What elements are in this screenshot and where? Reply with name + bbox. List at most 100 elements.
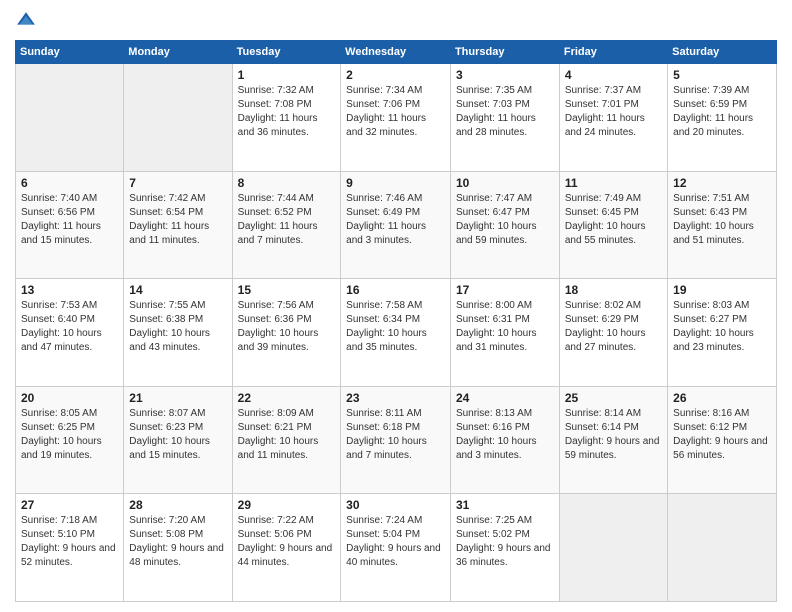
cell-day-number: 23 xyxy=(346,391,445,405)
cell-info: Sunrise: 7:20 AMSunset: 5:08 PMDaylight:… xyxy=(129,514,226,570)
cell-info: Sunrise: 7:44 AMSunset: 6:52 PMDaylight:… xyxy=(238,192,336,248)
weekday-header-tuesday: Tuesday xyxy=(232,41,341,64)
calendar-cell: 25 Sunrise: 8:14 AMSunset: 6:14 PMDayligh… xyxy=(559,386,667,494)
cell-info: Sunrise: 7:47 AMSunset: 6:47 PMDaylight:… xyxy=(456,192,554,248)
cell-day-number: 12 xyxy=(673,176,771,190)
cell-day-number: 6 xyxy=(21,176,118,190)
cell-info: Sunrise: 8:03 AMSunset: 6:27 PMDaylight:… xyxy=(673,299,771,355)
cell-info: Sunrise: 8:00 AMSunset: 6:31 PMDaylight:… xyxy=(456,299,554,355)
cell-info: Sunrise: 7:18 AMSunset: 5:10 PMDaylight:… xyxy=(21,514,118,570)
cell-info: Sunrise: 8:13 AMSunset: 6:16 PMDaylight:… xyxy=(456,407,554,463)
calendar-cell: 3Sunrise: 7:35 AMSunset: 7:03 PMDaylight… xyxy=(450,64,559,172)
calendar-cell: 5 Sunrise: 7:39 AMSunset: 6:59 PMDaylight… xyxy=(668,64,777,172)
calendar-cell: 11Sunrise: 7:49 AMSunset: 6:45 PMDayligh… xyxy=(559,171,667,279)
calendar-cell: 31Sunrise: 7:25 AMSunset: 5:02 PMDayligh… xyxy=(450,494,559,602)
calendar-cell: 1 Sunrise: 7:32 AMSunset: 7:08 PMDaylight… xyxy=(232,64,341,172)
calendar-cell: 27 Sunrise: 7:18 AMSunset: 5:10 PMDayligh… xyxy=(16,494,124,602)
cell-day-number: 9 xyxy=(346,176,445,190)
cell-day-number: 18 xyxy=(565,283,662,297)
calendar-cell: 29Sunrise: 7:22 AMSunset: 5:06 PMDayligh… xyxy=(232,494,341,602)
calendar-cell: 16 Sunrise: 7:58 AMSunset: 6:34 PMDayligh… xyxy=(341,279,451,387)
cell-info: Sunrise: 7:55 AMSunset: 6:38 PMDaylight:… xyxy=(129,299,226,355)
cell-day-number: 19 xyxy=(673,283,771,297)
cell-day-number: 28 xyxy=(129,498,226,512)
weekday-header-saturday: Saturday xyxy=(668,41,777,64)
cell-day-number: 8 xyxy=(238,176,336,190)
cell-day-number: 26 xyxy=(673,391,771,405)
calendar-cell: 9 Sunrise: 7:46 AMSunset: 6:49 PMDaylight… xyxy=(341,171,451,279)
cell-info: Sunrise: 8:14 AMSunset: 6:14 PMDaylight:… xyxy=(565,407,662,463)
calendar-week-5: 27 Sunrise: 7:18 AMSunset: 5:10 PMDayligh… xyxy=(16,494,777,602)
calendar-cell: 22 Sunrise: 8:09 AMSunset: 6:21 PMDayligh… xyxy=(232,386,341,494)
cell-info: Sunrise: 7:46 AMSunset: 6:49 PMDaylight:… xyxy=(346,192,445,248)
cell-day-number: 7 xyxy=(129,176,226,190)
calendar-cell: 2 Sunrise: 7:34 AMSunset: 7:06 PMDaylight… xyxy=(341,64,451,172)
cell-day-number: 5 xyxy=(673,68,771,82)
weekday-header-monday: Monday xyxy=(124,41,232,64)
cell-info: Sunrise: 7:24 AMSunset: 5:04 PMDaylight:… xyxy=(346,514,445,570)
cell-day-number: 14 xyxy=(129,283,226,297)
weekday-header-thursday: Thursday xyxy=(450,41,559,64)
cell-day-number: 21 xyxy=(129,391,226,405)
cell-info: Sunrise: 8:07 AMSunset: 6:23 PMDaylight:… xyxy=(129,407,226,463)
cell-day-number: 31 xyxy=(456,498,554,512)
cell-day-number: 17 xyxy=(456,283,554,297)
calendar-cell: 4 Sunrise: 7:37 AMSunset: 7:01 PMDaylight… xyxy=(559,64,667,172)
cell-day-number: 1 xyxy=(238,68,336,82)
cell-info: Sunrise: 7:51 AMSunset: 6:43 PMDaylight:… xyxy=(673,192,771,248)
cell-day-number: 13 xyxy=(21,283,118,297)
calendar-cell xyxy=(559,494,667,602)
cell-info: Sunrise: 8:02 AMSunset: 6:29 PMDaylight:… xyxy=(565,299,662,355)
calendar-body: 1 Sunrise: 7:32 AMSunset: 7:08 PMDaylight… xyxy=(16,64,777,602)
cell-info: Sunrise: 8:05 AMSunset: 6:25 PMDaylight:… xyxy=(21,407,118,463)
cell-info: Sunrise: 7:40 AMSunset: 6:56 PMDaylight:… xyxy=(21,192,118,248)
cell-info: Sunrise: 7:32 AMSunset: 7:08 PMDaylight:… xyxy=(238,84,336,140)
cell-info: Sunrise: 8:16 AMSunset: 6:12 PMDaylight:… xyxy=(673,407,771,463)
calendar-cell xyxy=(668,494,777,602)
calendar-cell: 28 Sunrise: 7:20 AMSunset: 5:08 PMDayligh… xyxy=(124,494,232,602)
cell-day-number: 2 xyxy=(346,68,445,82)
cell-day-number: 22 xyxy=(238,391,336,405)
calendar-cell: 21 Sunrise: 8:07 AMSunset: 6:23 PMDayligh… xyxy=(124,386,232,494)
calendar-cell: 19 Sunrise: 8:03 AMSunset: 6:27 PMDayligh… xyxy=(668,279,777,387)
cell-day-number: 15 xyxy=(238,283,336,297)
cell-day-number: 10 xyxy=(456,176,554,190)
calendar-cell: 26 Sunrise: 8:16 AMSunset: 6:12 PMDayligh… xyxy=(668,386,777,494)
cell-day-number: 11 xyxy=(565,176,662,190)
calendar-week-2: 6 Sunrise: 7:40 AMSunset: 6:56 PMDaylight… xyxy=(16,171,777,279)
cell-day-number: 25 xyxy=(565,391,662,405)
cell-day-number: 24 xyxy=(456,391,554,405)
calendar-week-1: 1 Sunrise: 7:32 AMSunset: 7:08 PMDaylight… xyxy=(16,64,777,172)
weekday-header-sunday: Sunday xyxy=(16,41,124,64)
cell-info: Sunrise: 7:37 AMSunset: 7:01 PMDaylight:… xyxy=(565,84,662,140)
weekday-header-wednesday: Wednesday xyxy=(341,41,451,64)
logo-icon xyxy=(15,10,37,32)
calendar-cell: 24 Sunrise: 8:13 AMSunset: 6:16 PMDayligh… xyxy=(450,386,559,494)
calendar-cell: 23 Sunrise: 8:11 AMSunset: 6:18 PMDayligh… xyxy=(341,386,451,494)
cell-info: Sunrise: 7:35 AMSunset: 7:03 PMDaylight:… xyxy=(456,84,554,140)
calendar: SundayMondayTuesdayWednesdayThursdayFrid… xyxy=(15,40,777,602)
cell-info: Sunrise: 7:39 AMSunset: 6:59 PMDaylight:… xyxy=(673,84,771,140)
cell-info: Sunrise: 7:42 AMSunset: 6:54 PMDaylight:… xyxy=(129,192,226,248)
calendar-header: SundayMondayTuesdayWednesdayThursdayFrid… xyxy=(16,41,777,64)
weekday-header-friday: Friday xyxy=(559,41,667,64)
cell-info: Sunrise: 7:34 AMSunset: 7:06 PMDaylight:… xyxy=(346,84,445,140)
cell-info: Sunrise: 8:11 AMSunset: 6:18 PMDaylight:… xyxy=(346,407,445,463)
calendar-cell: 8 Sunrise: 7:44 AMSunset: 6:52 PMDaylight… xyxy=(232,171,341,279)
cell-day-number: 4 xyxy=(565,68,662,82)
calendar-cell: 30Sunrise: 7:24 AMSunset: 5:04 PMDayligh… xyxy=(341,494,451,602)
cell-info: Sunrise: 7:56 AMSunset: 6:36 PMDaylight:… xyxy=(238,299,336,355)
weekday-header-row: SundayMondayTuesdayWednesdayThursdayFrid… xyxy=(16,41,777,64)
calendar-week-3: 13Sunrise: 7:53 AMSunset: 6:40 PMDayligh… xyxy=(16,279,777,387)
calendar-cell: 17 Sunrise: 8:00 AMSunset: 6:31 PMDayligh… xyxy=(450,279,559,387)
calendar-cell: 10 Sunrise: 7:47 AMSunset: 6:47 PMDayligh… xyxy=(450,171,559,279)
calendar-cell: 7 Sunrise: 7:42 AMSunset: 6:54 PMDaylight… xyxy=(124,171,232,279)
calendar-cell xyxy=(16,64,124,172)
calendar-cell: 15 Sunrise: 7:56 AMSunset: 6:36 PMDayligh… xyxy=(232,279,341,387)
cell-info: Sunrise: 8:09 AMSunset: 6:21 PMDaylight:… xyxy=(238,407,336,463)
cell-info: Sunrise: 7:58 AMSunset: 6:34 PMDaylight:… xyxy=(346,299,445,355)
cell-day-number: 16 xyxy=(346,283,445,297)
page: SundayMondayTuesdayWednesdayThursdayFrid… xyxy=(0,0,792,612)
header xyxy=(15,10,777,32)
cell-day-number: 27 xyxy=(21,498,118,512)
